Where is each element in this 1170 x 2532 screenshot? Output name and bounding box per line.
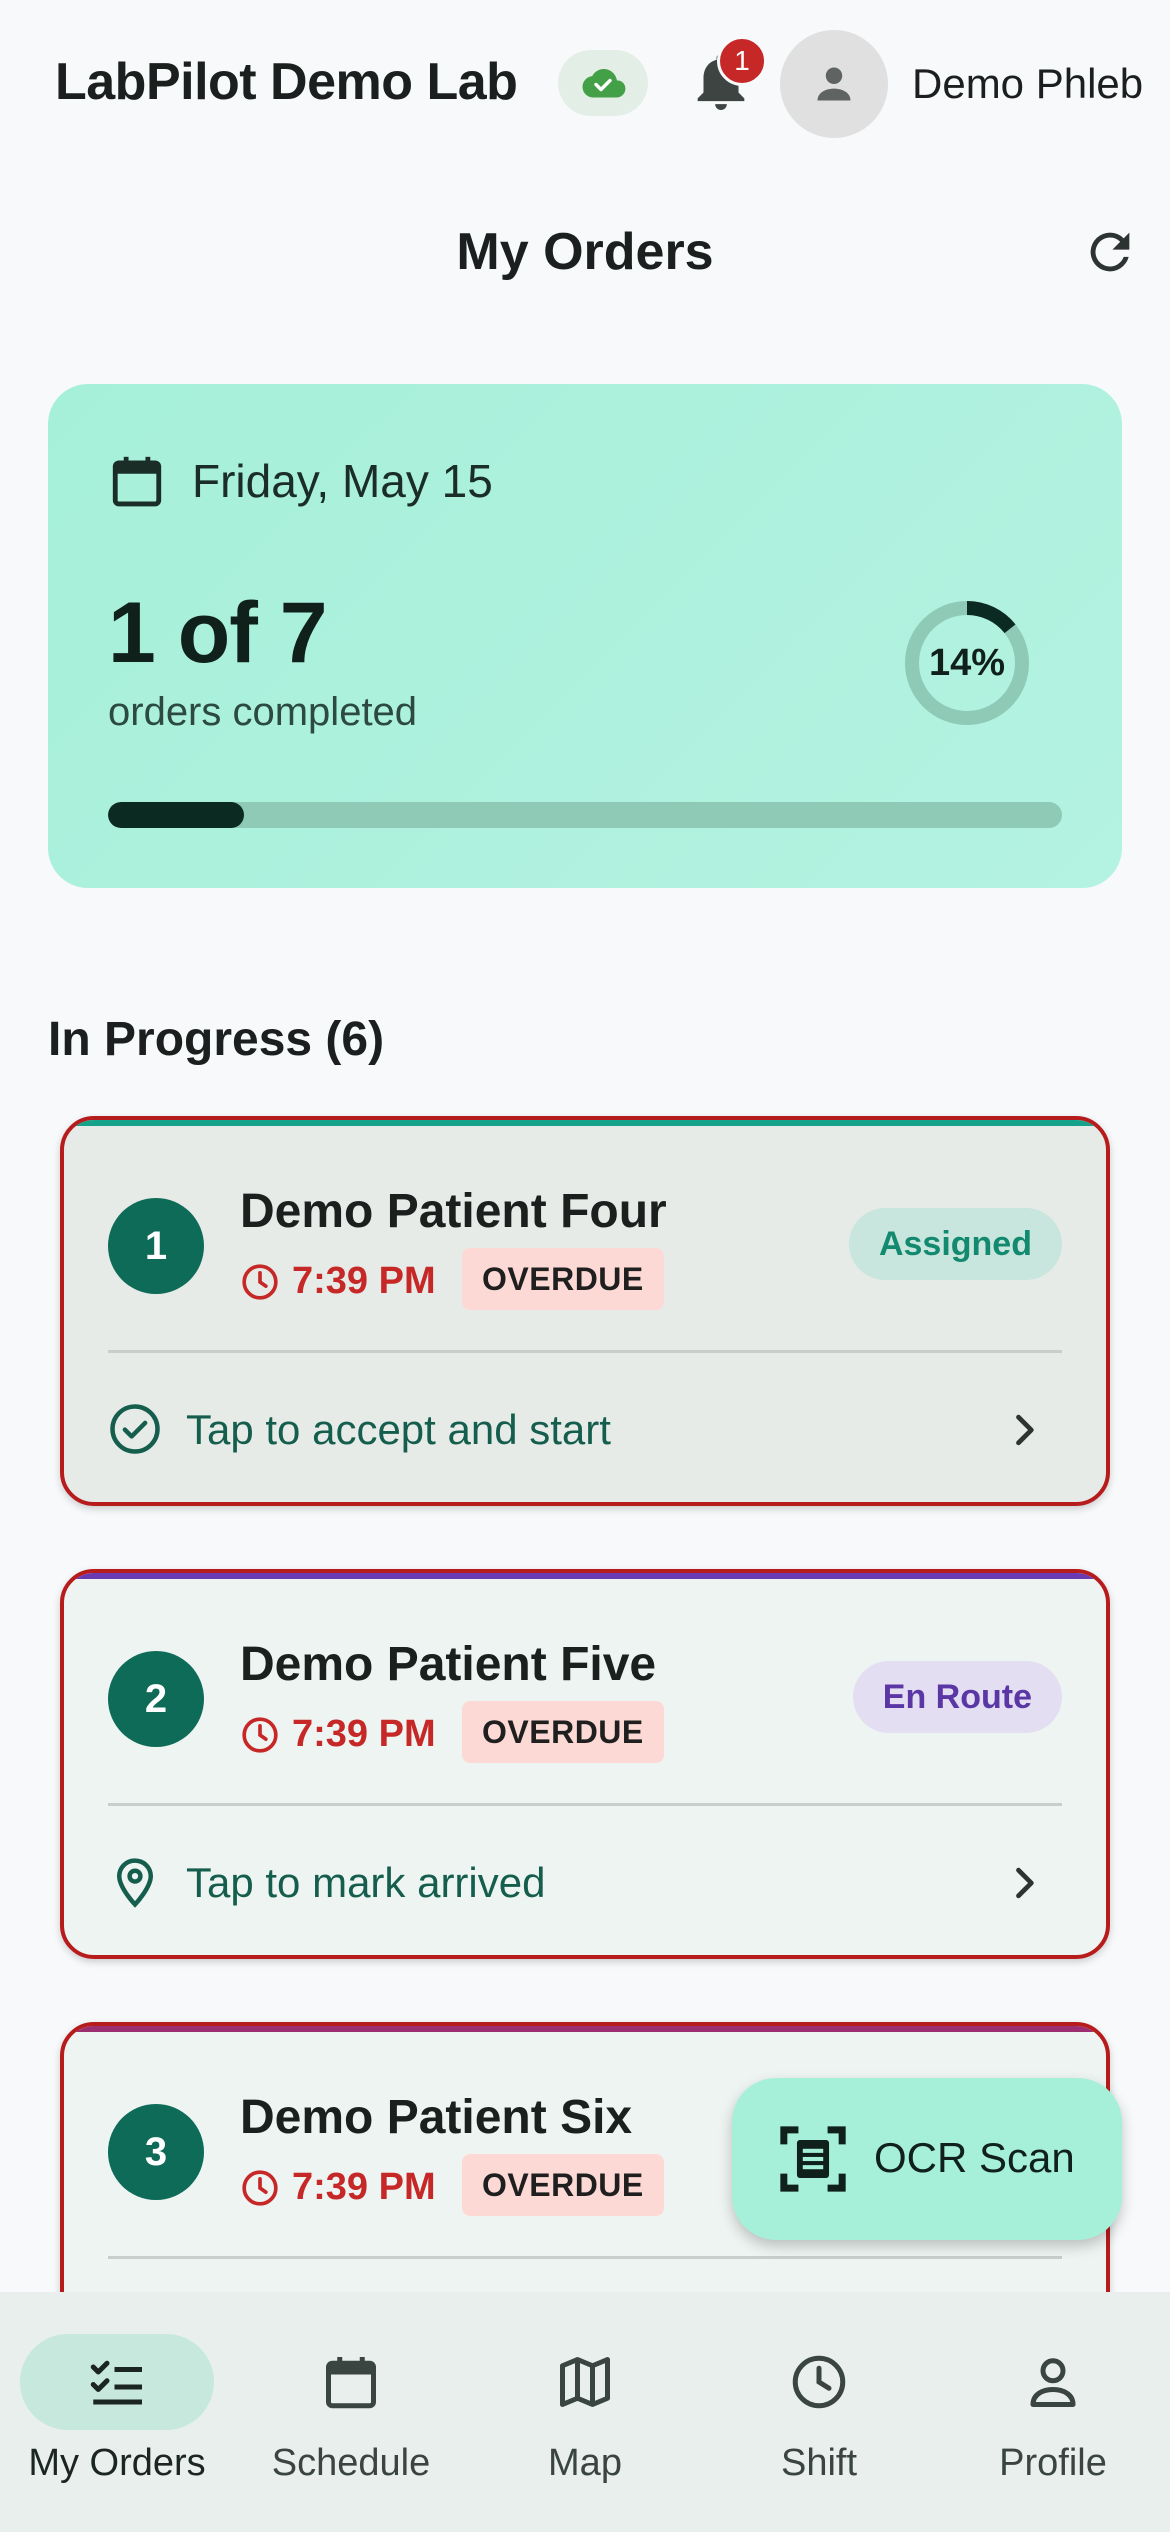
progress-bar-fill xyxy=(108,802,245,828)
patient-name: Demo Patient Four xyxy=(240,1185,667,1238)
overdue-badge: OVERDUE xyxy=(462,1248,664,1310)
bottom-navigation: My Orders Schedule Map Shift Profile xyxy=(0,2292,1170,2532)
refresh-icon xyxy=(1090,232,1130,272)
clock-icon xyxy=(242,1264,278,1300)
person-icon xyxy=(817,67,851,101)
card-divider xyxy=(108,1803,1062,1806)
nav-label: Schedule xyxy=(271,2442,431,2484)
patient-name: Demo Patient Six xyxy=(240,2091,633,2144)
checklist-icon xyxy=(90,2360,142,2405)
clock-icon xyxy=(242,1717,278,1753)
progress-percent: 14% xyxy=(928,641,1006,684)
card-divider xyxy=(108,2256,1062,2259)
nav-label: Shift xyxy=(780,2442,858,2484)
overdue-badge: OVERDUE xyxy=(462,2154,664,2216)
location-pin-icon xyxy=(116,1858,154,1908)
nav-item-schedule[interactable]: Schedule xyxy=(234,2292,468,2532)
scheduled-time: 7:39 PM xyxy=(292,2166,436,2208)
progress-bar xyxy=(108,802,1062,828)
card-accent-line xyxy=(64,1120,1106,1126)
chevron-right-icon xyxy=(1016,1867,1034,1899)
avatar[interactable] xyxy=(780,30,888,138)
scheduled-time: 7:39 PM xyxy=(292,1260,436,1302)
completed-subtitle: orders completed xyxy=(108,690,418,734)
map-icon xyxy=(560,2357,610,2407)
ocr-scan-button[interactable]: OCR Scan xyxy=(732,2078,1122,2240)
clock-icon xyxy=(242,2170,278,2206)
page-title: My Orders xyxy=(456,223,714,281)
cloud-check-icon xyxy=(582,69,626,98)
nav-item-profile[interactable]: Profile xyxy=(936,2292,1170,2532)
order-number: 2 xyxy=(108,1651,204,1747)
app-title: LabPilot Demo Lab xyxy=(55,53,518,111)
notification-badge: 1 xyxy=(717,36,767,86)
nav-label: My Orders xyxy=(28,2442,206,2484)
overdue-badge: OVERDUE xyxy=(462,1701,664,1763)
nav-label: Profile xyxy=(999,2442,1107,2484)
patient-name: Demo Patient Five xyxy=(240,1638,657,1691)
card-divider xyxy=(108,1350,1062,1353)
calendar-icon xyxy=(112,456,162,507)
card-accent-line xyxy=(64,2026,1106,2032)
nav-item-my-orders[interactable]: My Orders xyxy=(0,2292,234,2532)
order-number: 3 xyxy=(108,2104,204,2200)
nav-item-map[interactable]: Map xyxy=(468,2292,702,2532)
card-action-text[interactable]: Tap to mark arrived xyxy=(186,1859,545,1907)
status-badge: En Route xyxy=(852,1661,1062,1733)
document-scan-icon xyxy=(780,2126,846,2192)
top-app-bar: LabPilot Demo Lab 1 Demo Phleb xyxy=(0,0,1170,170)
check-circle-icon xyxy=(110,1404,160,1454)
section-title: In Progress (6) xyxy=(48,1013,385,1066)
completed-count: 1 of 7 xyxy=(108,585,328,681)
ocr-scan-label: OCR Scan xyxy=(874,2134,1075,2181)
order-number: 1 xyxy=(108,1198,204,1294)
status-badge: Assigned xyxy=(848,1208,1062,1280)
nav-label: Map xyxy=(548,2442,622,2484)
person-icon xyxy=(1030,2358,1076,2407)
user-name: Demo Phleb xyxy=(912,60,1144,107)
refresh-button[interactable] xyxy=(1078,220,1142,284)
order-card[interactable]: 1 Demo Patient Four 7:39 PM OVERDUE Assi… xyxy=(60,1116,1110,1506)
nav-item-shift[interactable]: Shift xyxy=(702,2292,936,2532)
order-card[interactable]: 2 Demo Patient Five 7:39 PM OVERDUE En R… xyxy=(60,1569,1110,1959)
card-action-text[interactable]: Tap to accept and start xyxy=(186,1406,611,1454)
scheduled-time: 7:39 PM xyxy=(292,1713,436,1755)
summary-date: Friday, May 15 xyxy=(192,455,493,507)
daily-summary-card: Friday, May 15 1 of 7 orders completed 1… xyxy=(48,384,1122,888)
clock-icon xyxy=(792,2355,846,2409)
calendar-icon xyxy=(326,2357,376,2409)
sync-status-chip[interactable] xyxy=(558,50,648,116)
card-accent-line xyxy=(64,1573,1106,1579)
chevron-right-icon xyxy=(1016,1414,1034,1446)
